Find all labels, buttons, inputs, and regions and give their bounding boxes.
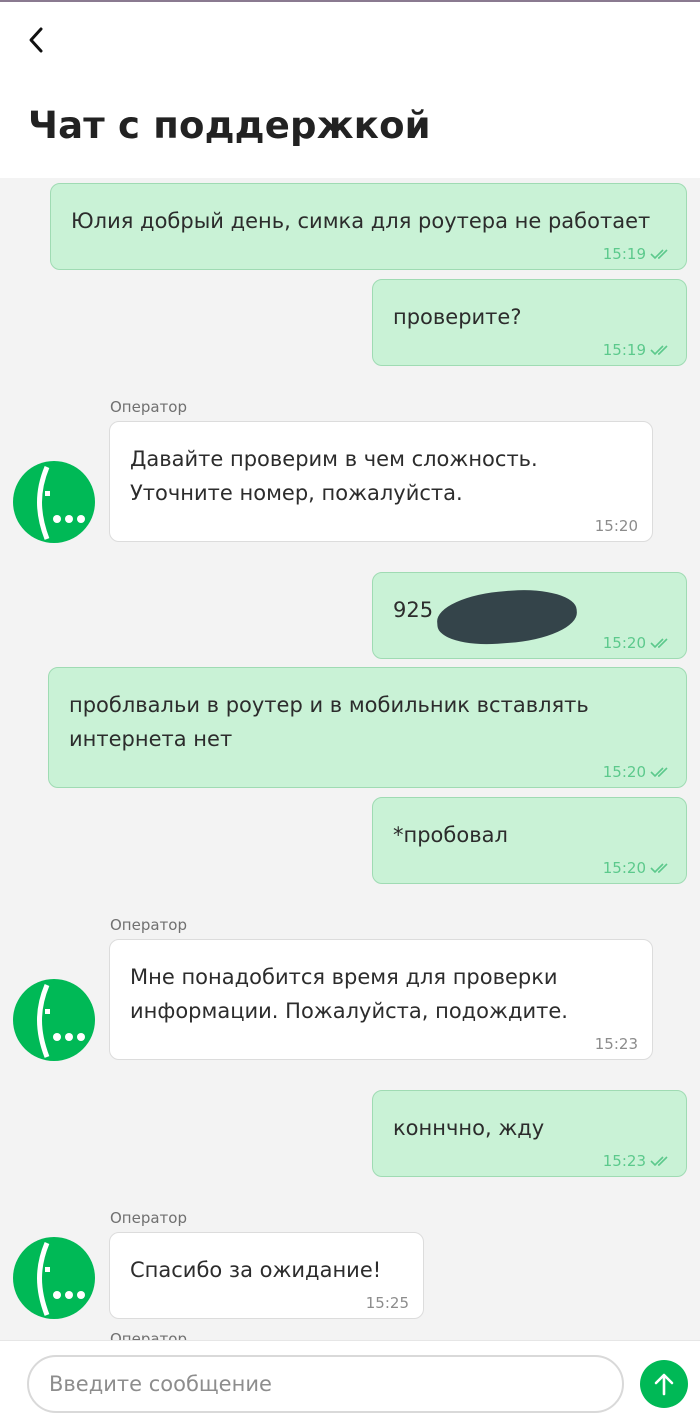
message-meta: 15:20 <box>603 634 672 652</box>
message-meta: 15:20 <box>603 859 672 877</box>
operator-message: Мне понадобится время для проверки инфор… <box>109 939 653 1060</box>
message-time: 15:19 <box>602 341 646 359</box>
message-input[interactable] <box>27 1355 624 1413</box>
message-time: 15:20 <box>602 634 646 652</box>
message-meta: 15:20 <box>603 763 672 781</box>
operator-avatar <box>13 1237 95 1319</box>
message-text: коннчно, жду <box>393 1116 545 1140</box>
operator-label: Оператор <box>110 1330 187 1340</box>
operator-message: Спасибо за ожидание! 15:25 <box>109 1232 424 1319</box>
double-check-icon <box>650 249 668 260</box>
message-meta: 15:19 <box>603 341 672 359</box>
double-check-icon <box>650 767 668 778</box>
double-check-icon <box>650 638 668 649</box>
user-message: *пробовал 15:20 <box>372 797 687 884</box>
double-check-icon <box>650 345 668 356</box>
operator-message: Давайте проверим в чем сложность. Уточни… <box>109 421 653 542</box>
message-text: проверите? <box>393 305 522 329</box>
page-title: Чат с поддержкой <box>28 104 431 147</box>
arrow-up-icon <box>654 1373 674 1396</box>
message-time: 15:19 <box>602 245 646 263</box>
user-message: 925 15:20 <box>372 572 687 659</box>
composer-bar <box>0 1340 700 1428</box>
message-text: проблвальи в роутер и в мобильник вставл… <box>69 693 589 751</box>
send-button[interactable] <box>640 1360 688 1408</box>
user-message: проверите? 15:19 <box>372 279 687 366</box>
message-time: 15:25 <box>365 1294 409 1312</box>
user-message: коннчно, жду 15:23 <box>372 1090 687 1177</box>
message-meta: 15:19 <box>603 245 672 263</box>
back-button[interactable] <box>18 22 54 58</box>
message-time: 15:23 <box>594 1035 638 1053</box>
operator-label: Оператор <box>110 916 187 934</box>
message-text: Спасибо за ожидание! <box>130 1258 382 1282</box>
operator-logo-icon <box>13 979 95 1061</box>
message-meta: 15:23 <box>603 1152 672 1170</box>
message-text: Юлия добрый день, симка для роутера не р… <box>71 209 651 233</box>
operator-label: Оператор <box>110 1209 187 1227</box>
operator-label: Оператор <box>110 398 187 416</box>
message-meta: 15:20 <box>595 517 638 535</box>
operator-logo-icon <box>13 1237 95 1319</box>
message-time: 15:23 <box>602 1152 646 1170</box>
operator-avatar <box>13 979 95 1061</box>
message-text: *пробовал <box>393 823 508 847</box>
chevron-left-icon <box>29 27 43 53</box>
message-time: 15:20 <box>602 763 646 781</box>
user-message: проблвальи в роутер и в мобильник вставл… <box>48 667 687 788</box>
header: Чат с поддержкой <box>0 2 700 178</box>
user-message: Юлия добрый день, симка для роутера не р… <box>50 183 687 270</box>
message-time: 15:20 <box>602 859 646 877</box>
message-meta: 15:25 <box>366 1294 409 1312</box>
chat-thread: Юлия добрый день, симка для роутера не р… <box>0 178 700 1340</box>
double-check-icon <box>650 1156 668 1167</box>
message-time: 15:20 <box>594 517 638 535</box>
message-meta: 15:23 <box>595 1035 638 1053</box>
operator-avatar <box>13 461 95 543</box>
message-text: Давайте проверим в чем сложность. Уточни… <box>130 447 538 505</box>
message-text: Мне понадобится время для проверки инфор… <box>130 965 568 1023</box>
operator-logo-icon <box>13 461 95 543</box>
double-check-icon <box>650 863 668 874</box>
